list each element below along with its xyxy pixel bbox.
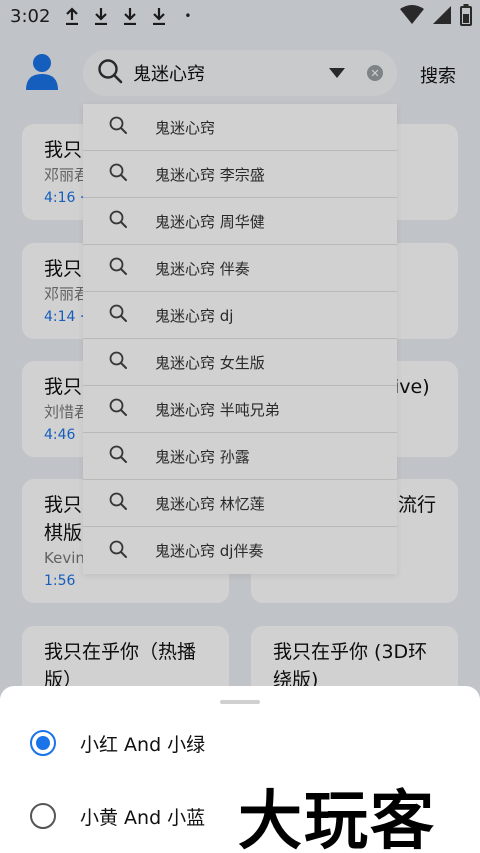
battery-icon <box>460 4 472 31</box>
suggestion-label: 鬼迷心窍 孙露 <box>155 447 250 466</box>
song-title: 我只在乎你 (3D环 <box>273 641 428 663</box>
search-icon <box>109 210 127 232</box>
search-icon <box>109 445 127 467</box>
suggestion-label: 鬼迷心窍 dj <box>155 306 234 325</box>
suggestion-item[interactable]: 鬼迷心窍 <box>83 104 397 151</box>
search-icon <box>97 58 123 88</box>
user-avatar-icon[interactable] <box>24 52 60 92</box>
suggestion-item[interactable]: 鬼迷心窍 女生版 <box>83 339 397 386</box>
download-icon <box>147 4 171 28</box>
search-button[interactable]: 搜索 <box>420 62 456 88</box>
suggestion-label: 鬼迷心窍 dj伴奏 <box>155 542 264 560</box>
search-icon <box>109 398 127 420</box>
status-bar: 3:02 • <box>0 0 480 32</box>
search-icon <box>109 163 127 185</box>
signal-icon <box>432 5 452 30</box>
suggestion-item[interactable]: 鬼迷心窍 林忆莲 <box>83 480 397 527</box>
search-icon <box>109 304 127 326</box>
song-title: 我只在乎你（热播 <box>44 641 197 663</box>
status-time: 3:02 <box>10 5 51 27</box>
suggestion-label: 鬼迷心窍 李宗盛 <box>155 165 265 184</box>
search-icon <box>109 492 127 514</box>
radio-unselected[interactable] <box>30 803 56 829</box>
dropdown-arrow-icon[interactable] <box>329 68 345 78</box>
option-red-green[interactable]: 小红 And 小绿 <box>0 716 480 770</box>
song-title-suffix: ive) <box>394 376 430 398</box>
option-label: 小黄 And 小蓝 <box>80 806 206 829</box>
notification-dot: • <box>184 9 192 23</box>
suggestion-item[interactable]: 鬼迷心窍 dj <box>83 292 397 339</box>
drag-handle[interactable] <box>220 700 260 704</box>
download-icon <box>118 4 142 28</box>
search-suggestion-list: 鬼迷心窍鬼迷心窍 李宗盛 鬼迷心窍 周华健 鬼迷心窍 伴奏 鬼迷心窍 dj 鬼迷心窍 女… <box>83 104 397 574</box>
suggestion-label: 鬼迷心窍 <box>155 118 216 137</box>
suggestion-item[interactable]: 鬼迷心窍 伴奏 <box>83 245 397 292</box>
watermark-logo: 大玩客 <box>238 784 436 853</box>
suggestion-item[interactable]: 鬼迷心窍 dj伴奏 <box>83 527 397 574</box>
search-query: 鬼迷心窍 <box>133 64 205 85</box>
suggestion-item[interactable]: 鬼迷心窍 周华健 <box>83 198 397 245</box>
search-icon <box>109 257 127 279</box>
search-icon <box>109 540 127 562</box>
suggestion-item[interactable]: 鬼迷心窍 半吨兄弟 <box>83 386 397 433</box>
search-icon <box>109 116 127 138</box>
suggestion-label: 鬼迷心窍 伴奏 <box>155 259 250 278</box>
download-icon <box>89 4 113 28</box>
option-label: 小红 And 小绿 <box>80 733 206 756</box>
wifi-icon <box>400 5 424 30</box>
radio-selected[interactable] <box>30 730 56 756</box>
suggestion-label: 鬼迷心窍 半吨兄弟 <box>155 400 280 419</box>
suggestion-label: 鬼迷心窍 林忆莲 <box>155 494 265 513</box>
search-input[interactable]: 鬼迷心窍 ✕ <box>83 50 397 96</box>
upload-icon <box>60 4 84 28</box>
suggestion-label: 鬼迷心窍 周华健 <box>155 212 265 231</box>
suggestion-item[interactable]: 鬼迷心窍 孙露 <box>83 433 397 480</box>
suggestion-label: 鬼迷心窍 女生版 <box>155 353 265 372</box>
clear-icon[interactable]: ✕ <box>367 65 383 81</box>
suggestion-item[interactable]: 鬼迷心窍 李宗盛 <box>83 151 397 198</box>
search-icon <box>109 351 127 373</box>
